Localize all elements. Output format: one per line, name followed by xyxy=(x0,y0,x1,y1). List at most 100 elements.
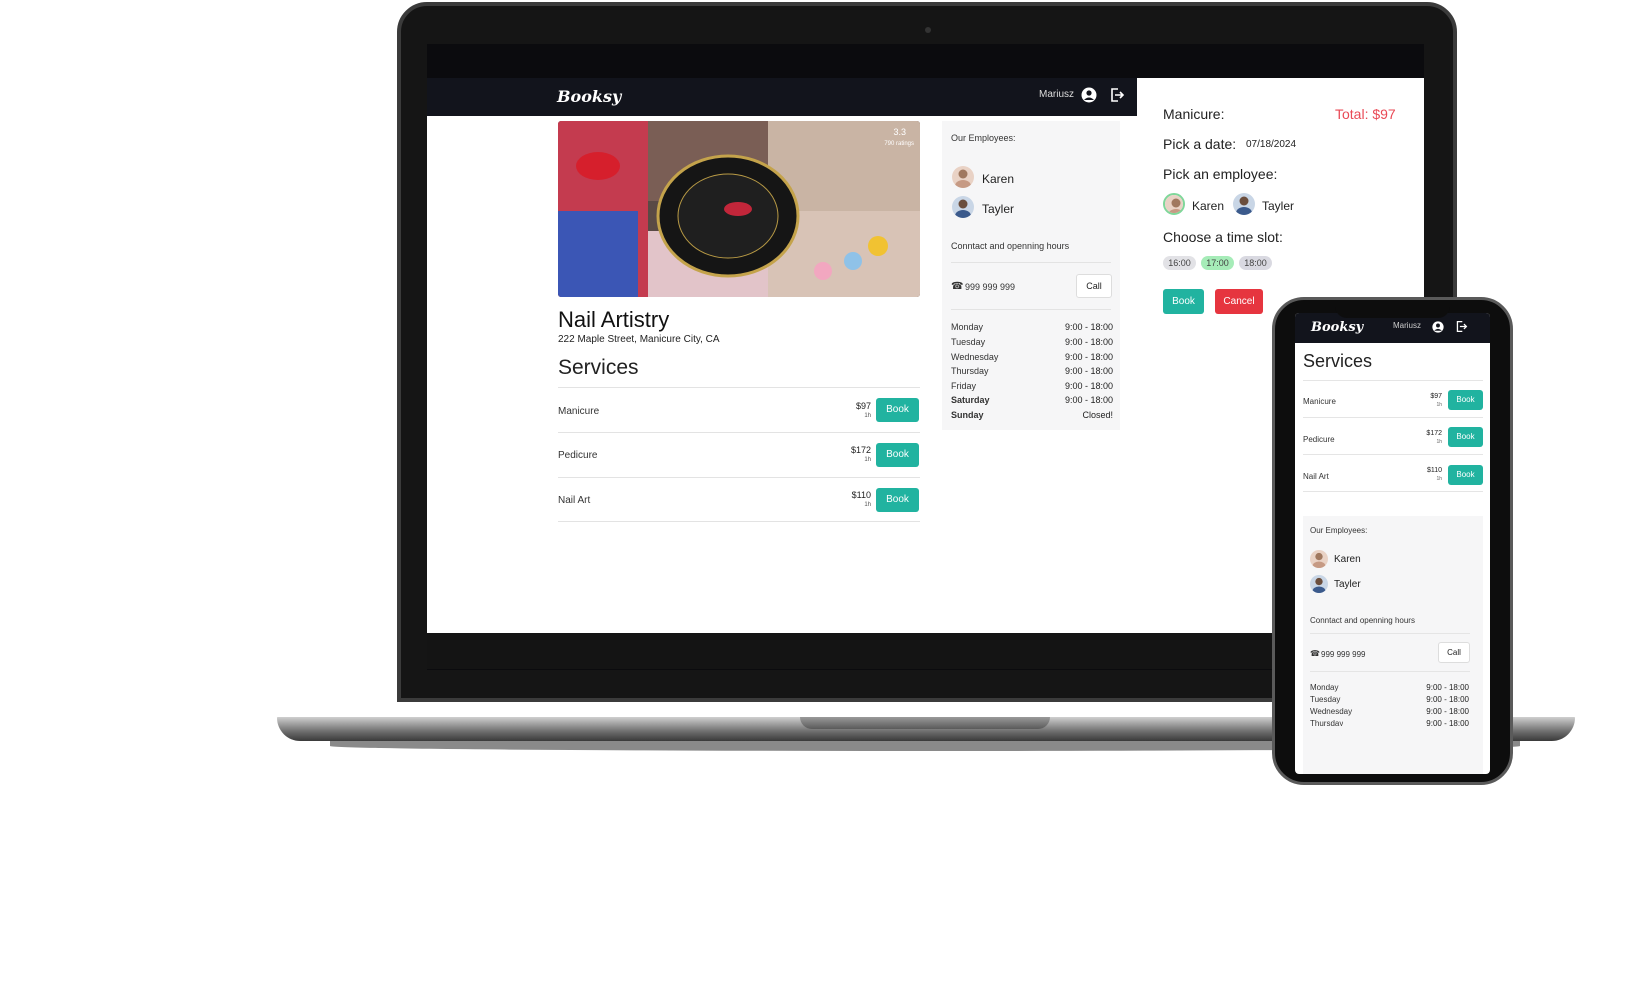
book-nail-art-button[interactable]: Book xyxy=(876,488,919,512)
divider xyxy=(951,309,1111,310)
hours-time: 9:00 - 18:00 xyxy=(1426,695,1469,704)
service-price: $97 xyxy=(1430,393,1442,400)
service-duration: 1h xyxy=(1436,402,1442,408)
divider xyxy=(1303,491,1483,492)
avatar xyxy=(952,166,974,188)
employee-name: Karen xyxy=(982,172,1015,186)
time-slot[interactable]: 18:00 xyxy=(1239,256,1272,270)
divider xyxy=(1303,454,1483,455)
call-button[interactable]: Call xyxy=(1076,274,1112,298)
time-slot-selected[interactable]: 17:00 xyxy=(1201,256,1234,270)
employee-name: Karen xyxy=(1334,554,1361,565)
phone-icon: ☎ xyxy=(1310,649,1320,658)
brand-logo[interactable]: Booksy xyxy=(557,87,621,106)
employees-label: Our Employees: xyxy=(1310,526,1368,535)
user-circle-icon[interactable] xyxy=(1081,87,1097,103)
logout-icon[interactable] xyxy=(1455,320,1468,333)
user-name: Mariusz xyxy=(1039,89,1075,100)
user-circle-icon[interactable] xyxy=(1432,321,1444,333)
phone-brand-logo[interactable]: Booksy xyxy=(1311,320,1363,335)
service-price: $172 xyxy=(1426,430,1442,437)
hours-time: 9:00 - 18:00 xyxy=(1426,707,1469,716)
service-price: $110 xyxy=(1426,467,1442,474)
book-nail-art-button[interactable]: Book xyxy=(1448,465,1483,485)
salon-photo: 3.3 790 ratings xyxy=(558,121,920,297)
hours-time: Closed! xyxy=(1082,410,1113,420)
service-name: Nail Art xyxy=(1303,472,1329,481)
phone-info-card: Our Employees: Karen Tayler Conntact and… xyxy=(1303,516,1483,774)
hours-day: Sunday xyxy=(951,410,984,420)
service-duration: 1h xyxy=(864,502,871,508)
hours-day: Saturday xyxy=(951,395,990,405)
employee-label: Pick an employee: xyxy=(1163,166,1278,182)
phone-user-name: Mariusz xyxy=(1393,321,1422,330)
time-slot[interactable]: 16:00 xyxy=(1163,256,1196,270)
service-price: $110 xyxy=(851,490,871,500)
hours-day: Wednesday xyxy=(951,352,999,362)
logout-icon[interactable] xyxy=(1109,87,1125,103)
hours-day: Thursday xyxy=(1310,719,1344,726)
divider xyxy=(558,387,920,388)
service-price: $172 xyxy=(850,445,871,455)
avatar xyxy=(1310,550,1328,568)
hours-day: Monday xyxy=(1310,683,1339,692)
avatar xyxy=(1310,575,1328,593)
app-navbar: Booksy Mariusz xyxy=(427,78,1137,116)
date-label: Pick a date: xyxy=(1163,136,1237,152)
hours-day: Tuesday xyxy=(1310,695,1341,704)
service-name: Manicure xyxy=(558,406,600,417)
salon-name: Nail Artistry xyxy=(558,307,670,332)
service-duration: 1h xyxy=(1436,476,1442,482)
hours-time: 9:00 - 18:00 xyxy=(1064,366,1113,376)
divider xyxy=(1303,380,1483,381)
divider xyxy=(951,262,1111,263)
slot-label: Choose a time slot: xyxy=(1163,229,1283,245)
book-manicure-button[interactable]: Book xyxy=(1448,390,1483,410)
book-manicure-button[interactable]: Book xyxy=(876,398,919,422)
salon-address: 222 Maple Street, Manicure City, CA xyxy=(558,334,720,345)
service-name: Pedicure xyxy=(1303,435,1335,444)
laptop-hinge xyxy=(800,717,1050,729)
phone-services-heading: Services xyxy=(1303,351,1373,371)
avatar xyxy=(952,196,974,218)
phone-number: 999 999 999 xyxy=(1321,650,1366,659)
rating-count: 790 ratings xyxy=(884,141,914,147)
service-name: Pedicure xyxy=(558,450,598,461)
services-heading: Services xyxy=(558,356,639,379)
hours-day: Tuesday xyxy=(951,337,986,347)
employee-option-avatar[interactable] xyxy=(1163,193,1185,215)
hours-time: 9:00 - 18:00 xyxy=(1064,322,1113,332)
laptop-camera xyxy=(925,27,931,33)
employee-option-avatar[interactable] xyxy=(1233,193,1255,215)
hours-time: 9:00 - 18:00 xyxy=(1064,352,1113,362)
service-price: $97 xyxy=(855,401,871,411)
booking-total: Total: $97 xyxy=(1335,106,1396,122)
divider xyxy=(1310,671,1470,672)
contact-label: Conntact and openning hours xyxy=(951,241,1070,251)
date-picker[interactable]: 07/18/2024 xyxy=(1246,139,1296,150)
phone-icon: ☎ xyxy=(951,281,964,292)
nail-art-image xyxy=(558,121,920,297)
employees-label: Our Employees: xyxy=(951,133,1016,143)
cancel-button[interactable]: Cancel xyxy=(1215,289,1263,314)
hours-time: 9:00 - 18:00 xyxy=(1064,395,1113,405)
book-pedicure-button[interactable]: Book xyxy=(1448,427,1483,447)
service-name: Manicure xyxy=(1303,397,1336,406)
booking-service: Manicure: xyxy=(1163,106,1225,122)
employee-name: Tayler xyxy=(1334,579,1361,590)
hours-time: 9:00 - 18:00 xyxy=(1426,683,1469,692)
divider xyxy=(558,521,920,522)
phone-screen: Booksy Mariusz Services Manicure $97 1h … xyxy=(1295,313,1490,774)
book-pedicure-button[interactable]: Book xyxy=(876,443,919,467)
confirm-book-button[interactable]: Book xyxy=(1163,289,1204,314)
service-duration: 1h xyxy=(864,457,871,463)
hours-time: 9:00 - 18:00 xyxy=(1426,719,1469,726)
employee-option-tayler[interactable]: Tayler xyxy=(1262,199,1294,213)
hours-day: Thursday xyxy=(951,366,989,376)
hours-time: 9:00 - 18:00 xyxy=(1064,337,1113,347)
contact-label: Conntact and openning hours xyxy=(1310,616,1415,625)
hours-day: Monday xyxy=(951,322,984,332)
employee-option-karen[interactable]: Karen xyxy=(1192,199,1224,213)
divider xyxy=(1310,633,1470,634)
call-button[interactable]: Call xyxy=(1438,642,1470,663)
